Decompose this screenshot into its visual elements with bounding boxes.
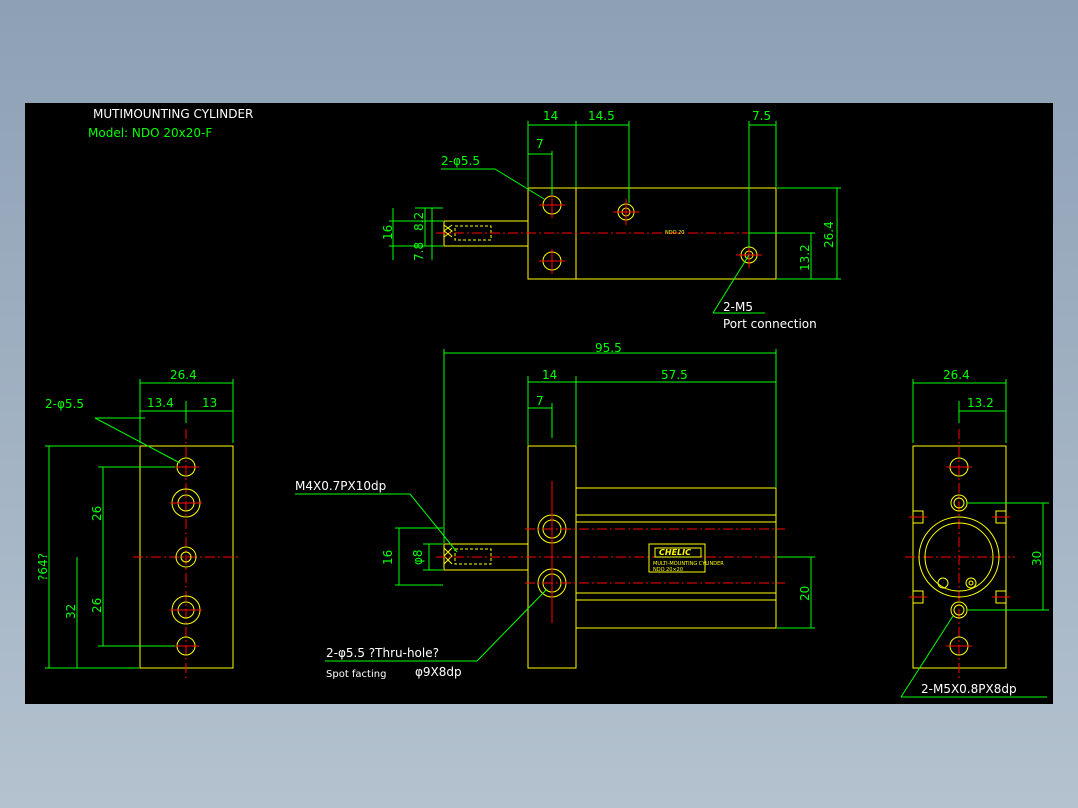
left-dim-26-4: 26.4 [170,368,197,382]
front-view: CHELIC MULTI-MOUNTING CYLINDER NDO 20×20… [295,341,815,680]
front-dim-16: 16 [381,550,395,565]
drawing-title: MUTIMOUNTING CYLINDER [93,107,253,121]
right-dim-13-2: 13.2 [967,396,994,410]
top-dim-7-8: 7.8 [412,242,426,261]
model-label: Model: NDO 20x20-F [88,126,212,140]
front-dim-20: 20 [798,586,812,601]
top-body-marking: NDO 20 [665,230,684,236]
front-spot-label: Spot facting [326,669,386,680]
left-hole-label: 2-φ5.5 [45,397,84,411]
left-side-view: 26.4 13.4 13 2-φ5.5 ?64? 26 26 32 [36,368,241,679]
top-dim-16: 16 [381,225,395,240]
top-dim-13-2: 13.2 [798,244,812,271]
left-dim-32: 32 [64,604,78,619]
right-dim-30: 30 [1030,551,1044,566]
front-dim-95-5: 95.5 [595,341,622,355]
nameplate-line-2: NDO 20×20 [653,567,683,573]
front-body [575,487,777,629]
front-dim-57-5: 57.5 [661,368,688,382]
top-dim-7: 7 [536,137,544,151]
top-dim-14: 14 [543,109,558,123]
front-spot-dim: φ9X8dp [415,665,462,679]
port-label: 2-M5 [723,300,753,314]
right-side-view: 26.4 13.2 30 2-M5X0.8PX8dp [900,368,1049,698]
front-dim-7: 7 [536,394,544,408]
left-dim-13: 13 [202,396,217,410]
cad-drawing-canvas[interactable]: MUTIMOUNTING CYLINDER Model: NDO 20x20-F… [25,103,1053,704]
top-dim-26-4: 26.4 [822,221,836,248]
top-dim-8-2: 8.2 [412,212,426,231]
front-dim-14: 14 [542,368,557,382]
left-dim-26-lower: 26 [90,598,104,613]
left-dim-13-4: 13.4 [147,396,174,410]
top-dim-7-5: 7.5 [752,109,771,123]
top-dim-14-5: 14.5 [588,109,615,123]
port-note: Port connection [723,317,817,331]
nameplate-brand: CHELIC [659,548,691,557]
front-thread-label: M4X0.7PX10dp [295,479,386,493]
right-thread-label: 2-M5X0.8PX8dp [921,682,1017,696]
left-dim-26-upper: 26 [90,506,104,521]
left-dim-64: ?64? [36,553,50,581]
drawing-svg: MUTIMOUNTING CYLINDER Model: NDO 20x20-F… [36,107,1049,698]
front-dim-8: φ8 [411,549,425,565]
top-view: NDO 20 14 14.5 7.5 7 2-φ5.5 16 7.8 8.2 1… [381,109,841,331]
top-hole-label: 2-φ5.5 [441,154,480,168]
front-hole-label: 2-φ5.5 ?Thru-hole? [326,646,439,660]
right-dim-26-4: 26.4 [943,368,970,382]
